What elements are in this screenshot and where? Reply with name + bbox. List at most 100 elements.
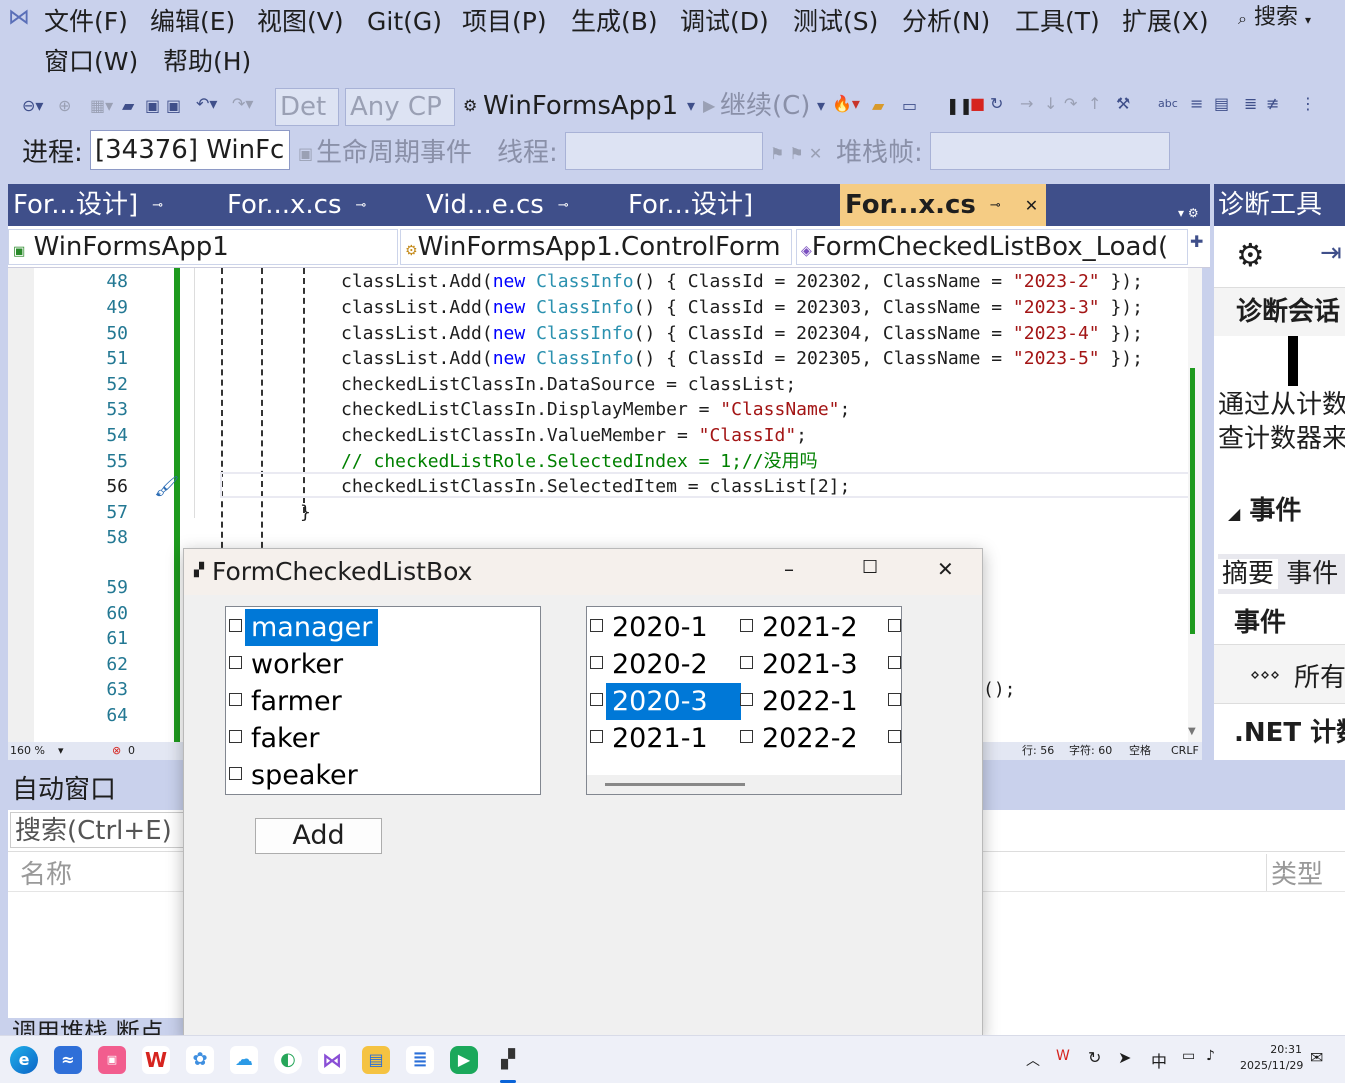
tab-form-cs-1[interactable]: For...x.cs ⊸	[222, 184, 419, 226]
startup-project-dropdown[interactable]: WinFormsApp1	[483, 88, 678, 124]
wps-tray-icon[interactable]: W	[1056, 1048, 1070, 1064]
column-header-type[interactable]: 类型	[1266, 854, 1323, 891]
toolbar-options-icon[interactable]: ⋮	[1300, 94, 1316, 114]
chevron-down-icon[interactable]: ▾	[817, 96, 825, 116]
save-icon[interactable]: ▣	[145, 96, 160, 116]
list-item[interactable]: 2020-1	[587, 609, 714, 646]
list-item-partial[interactable]	[885, 646, 901, 683]
member-dropdown[interactable]: ◈FormCheckedListBox_Load(	[796, 229, 1188, 265]
menu-analyze[interactable]: 分析(N)	[902, 2, 990, 42]
scroll-down-icon[interactable]: ▼	[1188, 726, 1196, 737]
maximize-button[interactable]: ☐	[862, 557, 878, 578]
quick-actions-icon[interactable]: 🖌	[154, 474, 179, 498]
close-icon[interactable]: ✕	[1025, 196, 1038, 215]
tab-summary[interactable]: 摘要	[1218, 559, 1279, 589]
comment-icon[interactable]: ≣	[1244, 94, 1257, 114]
tab-form-designer-1[interactable]: For...设计] ⊸	[8, 184, 220, 226]
add-button[interactable]: Add	[255, 818, 382, 854]
stop-icon[interactable]: ■	[970, 94, 985, 114]
list-item[interactable]: worker	[226, 646, 349, 683]
notepad-icon[interactable]: ≣	[406, 1046, 434, 1074]
scrollbar-thumb[interactable]	[605, 783, 745, 786]
column-header-name[interactable]: 名称	[20, 854, 72, 891]
tab-video-cs[interactable]: Vid...e.cs ⊸	[421, 184, 621, 226]
visual-studio-icon[interactable]: ⋈	[318, 1046, 346, 1074]
menu-project[interactable]: 项目(P)	[462, 2, 547, 42]
tab-form-cs-active[interactable]: For...x.cs ⊸ ✕	[840, 184, 1046, 226]
pin-icon[interactable]: ⊸	[990, 198, 1001, 213]
pin-icon[interactable]: ⊸	[356, 198, 367, 213]
edge-browser-icon[interactable]: e	[10, 1046, 38, 1074]
menu-window[interactable]: 窗口(W)	[44, 42, 138, 82]
lifecycle-events-dropdown[interactable]: 生命周期事件	[316, 135, 472, 171]
menu-file[interactable]: 文件(F)	[44, 2, 128, 42]
list-item-partial[interactable]	[885, 609, 901, 646]
export-icon[interactable]: ⇥	[1320, 238, 1342, 268]
menu-test[interactable]: 测试(S)	[793, 2, 878, 42]
bilibili-icon[interactable]: ▣	[98, 1046, 126, 1074]
list-item[interactable]: speaker	[226, 757, 364, 794]
list-item-partial[interactable]	[885, 683, 901, 720]
platform-dropdown[interactable]: Any CP	[345, 88, 455, 126]
list-item[interactable]: 2021-1	[587, 720, 714, 757]
checked-list-classes[interactable]: 2020-1 2020-2 2020-3 2021-1 2021-2 2021-…	[586, 606, 902, 795]
wps-icon[interactable]: W	[142, 1046, 170, 1074]
list-item[interactable]: faker	[226, 720, 325, 757]
chevron-down-icon[interactable]: ▾	[58, 742, 64, 760]
network-icon[interactable]: ▭	[1182, 1048, 1195, 1064]
play-icon[interactable]: ▶	[703, 96, 715, 116]
stack-frame-dropdown[interactable]	[930, 132, 1170, 170]
checkbox[interactable]	[740, 730, 753, 743]
list-item[interactable]: 2021-2	[737, 609, 864, 646]
media-player-icon[interactable]: ▶	[450, 1046, 478, 1074]
sync-icon[interactable]: ↻	[1088, 1048, 1101, 1067]
tab-form-designer-2[interactable]: For...设计]	[623, 184, 838, 226]
all-events-row[interactable]: ⋄⋄⋄ 所有	[1214, 644, 1345, 704]
whitespace-indicator[interactable]: 空格	[1129, 742, 1151, 760]
error-count[interactable]: 0	[128, 742, 135, 760]
list-item[interactable]: farmer	[226, 683, 348, 720]
menu-extensions[interactable]: 扩展(X)	[1122, 2, 1209, 42]
tab-overflow-icon[interactable]: ▾ ⚙	[1178, 206, 1199, 220]
share-app-icon[interactable]: ✿	[186, 1046, 214, 1074]
forward-icon[interactable]: ⊕	[58, 96, 71, 116]
events-section[interactable]: ◢ 事件	[1228, 494, 1301, 531]
project-dropdown[interactable]: ▣ WinFormsApp1	[8, 229, 398, 265]
gear-icon[interactable]: ⚙	[1236, 236, 1265, 274]
green-app-icon[interactable]: ◐	[274, 1046, 302, 1074]
checkbox[interactable]	[229, 656, 242, 669]
chevron-down-icon[interactable]: ▾	[687, 96, 695, 116]
list-item-partial[interactable]	[885, 720, 901, 757]
step-over-icon[interactable]: ↷	[1064, 94, 1077, 114]
list-item[interactable]: 2022-1	[737, 683, 864, 720]
format-icon[interactable]: ▤	[1214, 94, 1229, 114]
menu-tools[interactable]: 工具(T)	[1015, 2, 1100, 42]
checkbox[interactable]	[740, 656, 753, 669]
checkbox[interactable]	[590, 656, 603, 669]
menu-view[interactable]: 视图(V)	[257, 2, 344, 42]
checkbox[interactable]	[229, 767, 242, 780]
photos-app-icon[interactable]: ≈	[54, 1046, 82, 1074]
window-icon[interactable]: ▭	[902, 96, 917, 116]
list-item[interactable]: 2022-2	[737, 720, 864, 757]
ime-indicator[interactable]: 中	[1151, 1048, 1167, 1072]
tab-events[interactable]: 事件	[1286, 559, 1338, 589]
pin-icon[interactable]: ⊸	[558, 198, 569, 213]
step-into-icon[interactable]: ↓	[1044, 94, 1057, 114]
checkbox[interactable]	[590, 693, 603, 706]
file-explorer-icon[interactable]: ▤	[362, 1046, 390, 1074]
open-folder-icon[interactable]: ▰	[122, 96, 134, 116]
close-button[interactable]: ✕	[937, 557, 954, 581]
pin-icon[interactable]: ⊸	[152, 198, 163, 213]
checkbox[interactable]	[590, 730, 603, 743]
class-dropdown[interactable]: ⚙WinFormsApp1.ControlForm	[400, 229, 792, 265]
checkbox[interactable]	[229, 730, 242, 743]
diagnostics-icon[interactable]: ⚒	[1116, 94, 1130, 114]
folder-icon[interactable]: ▰	[872, 96, 884, 116]
process-dropdown[interactable]: [34376] WinFc	[90, 130, 290, 170]
checkbox[interactable]	[590, 619, 603, 632]
menu-help[interactable]: 帮助(H)	[163, 42, 251, 82]
checkbox[interactable]	[740, 619, 753, 632]
breakpoint-margin[interactable]	[8, 268, 34, 742]
new-project-icon[interactable]: ▦▾	[90, 96, 113, 116]
